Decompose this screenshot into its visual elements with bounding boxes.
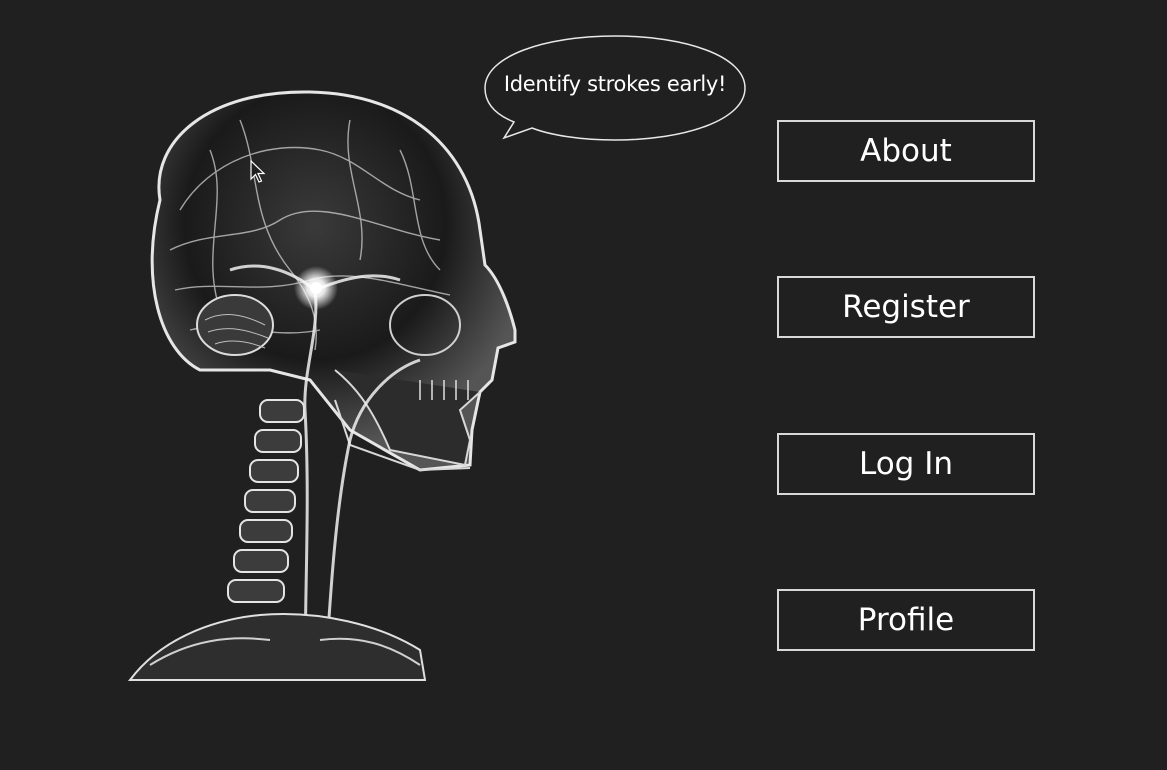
register-button[interactable]: Register [777, 276, 1035, 338]
mouse-cursor-icon [250, 160, 266, 183]
login-button[interactable]: Log In [777, 433, 1035, 495]
xray-head-illustration [127, 90, 517, 681]
about-button[interactable]: About [777, 120, 1035, 182]
speech-bubble-text: Identify strokes early! [503, 72, 727, 96]
profile-button[interactable]: Profile [777, 589, 1035, 651]
landing-screen: Identify strokes early! About Register L… [0, 0, 1167, 770]
